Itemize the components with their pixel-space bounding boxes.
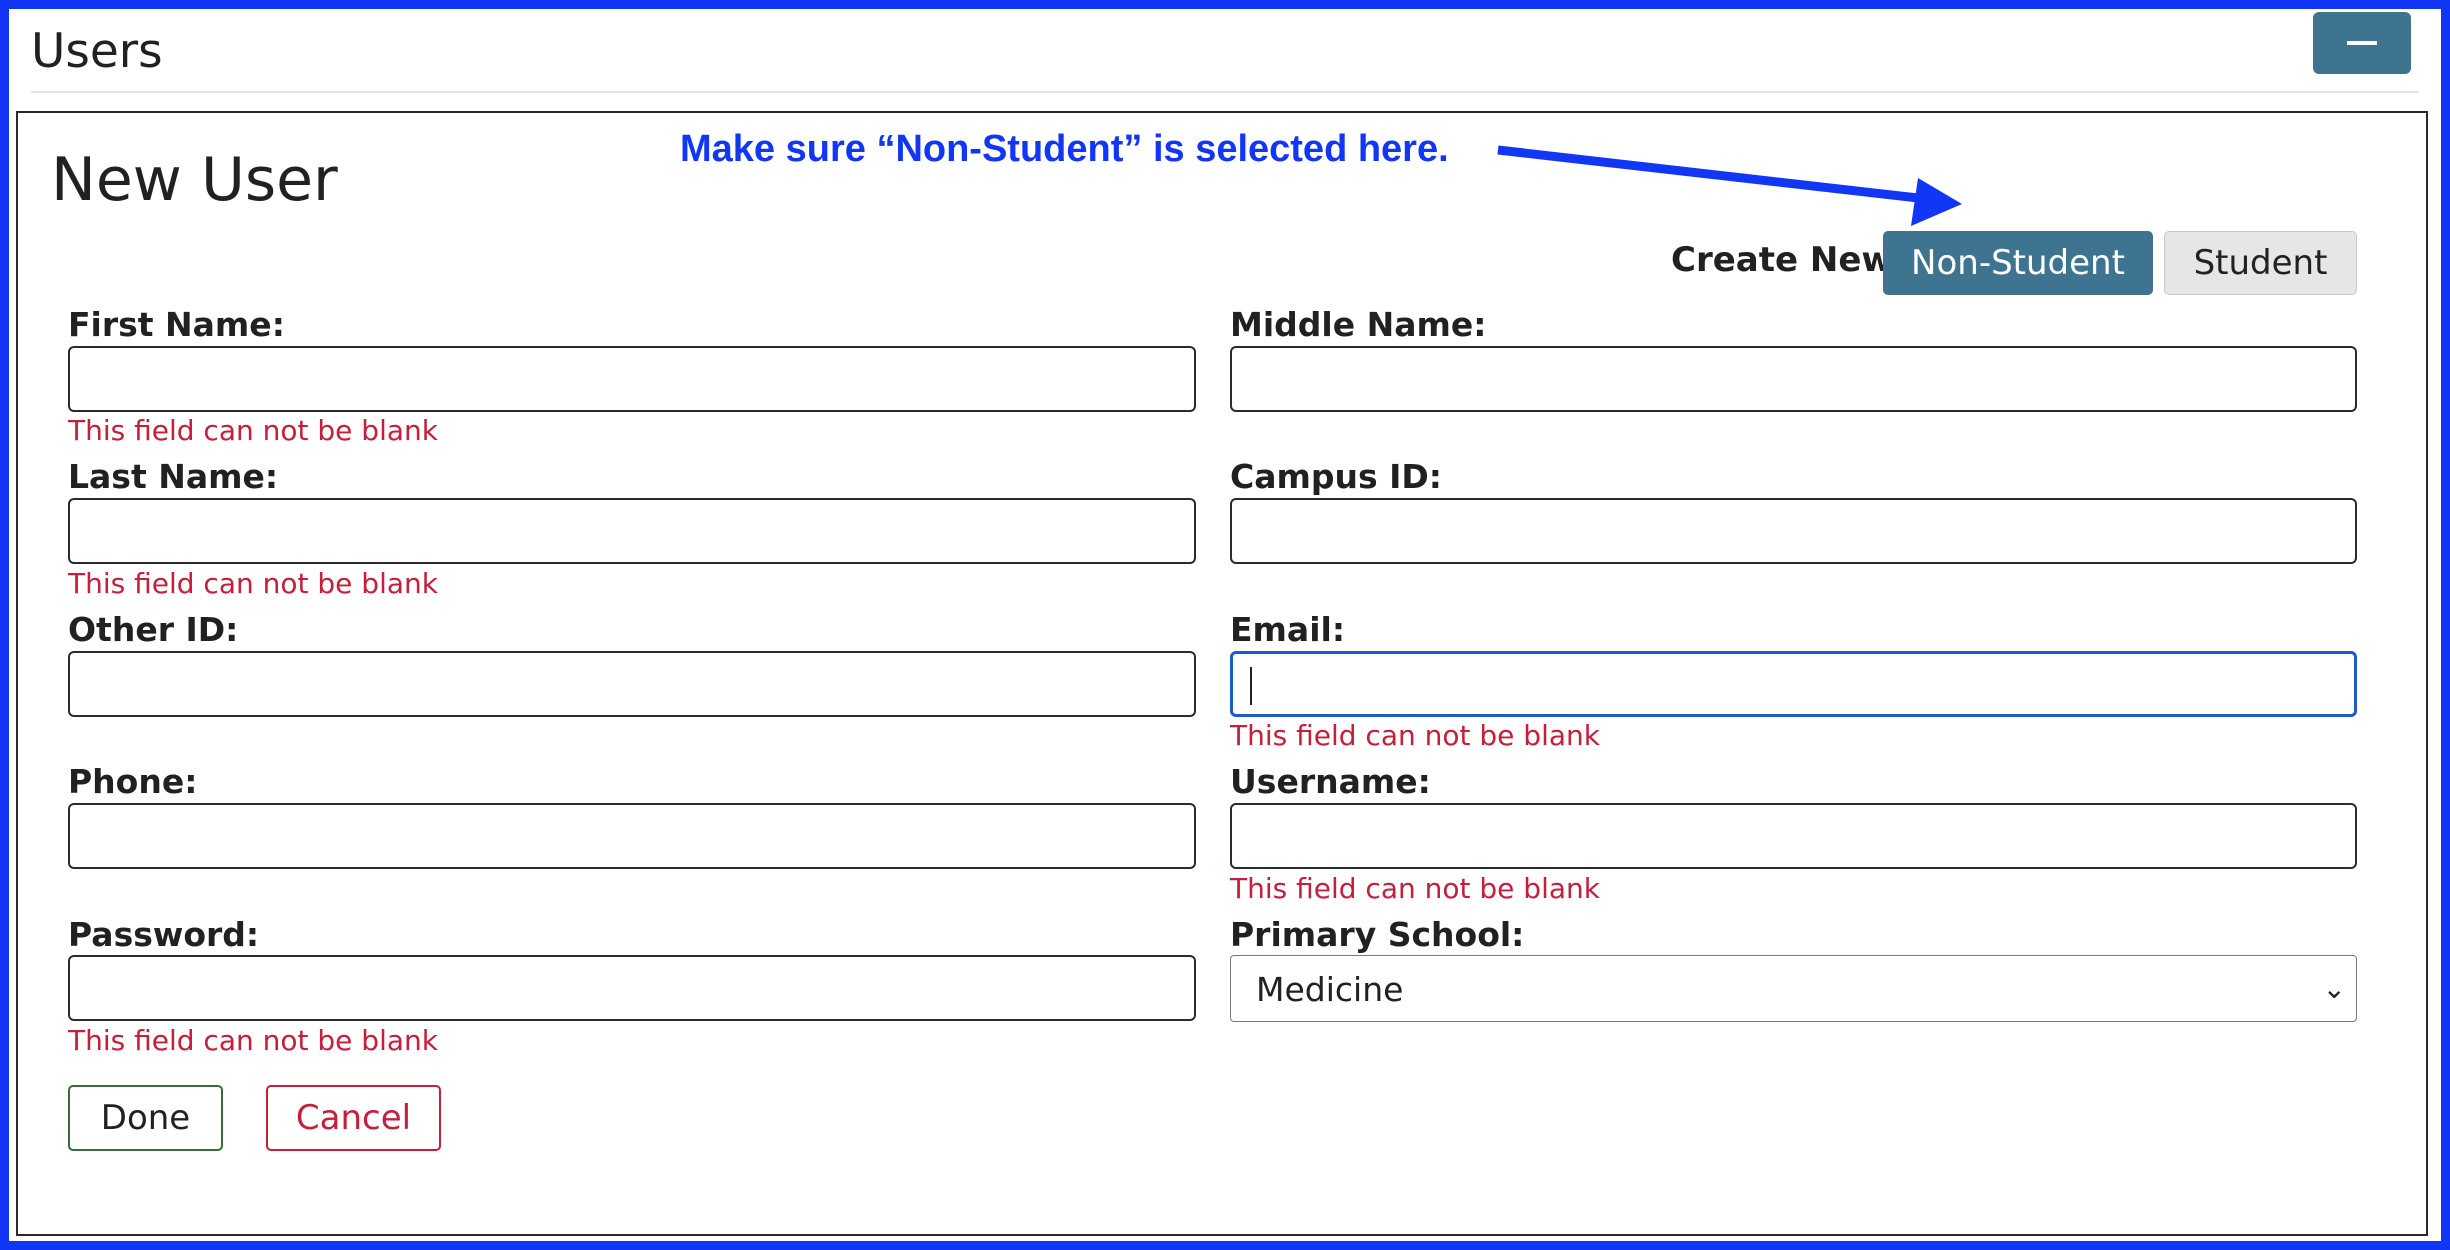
- campus-id-label: Campus ID:: [1230, 457, 1442, 496]
- phone-label: Phone:: [68, 762, 198, 801]
- text-caret: [1250, 667, 1252, 705]
- chevron-down-icon: ⌄: [2322, 972, 2346, 1005]
- last-name-label: Last Name:: [68, 457, 279, 496]
- middle-name-label: Middle Name:: [1230, 305, 1487, 344]
- primary-school-label: Primary School:: [1230, 915, 1525, 954]
- middle-name-field[interactable]: [1230, 346, 2357, 412]
- first-name-error: This field can not be blank: [68, 414, 438, 447]
- non-student-toggle[interactable]: Non-Student: [1883, 231, 2153, 295]
- email-error: This field can not be blank: [1230, 719, 1600, 752]
- first-name-label: First Name:: [68, 305, 285, 344]
- email-label: Email:: [1230, 610, 1346, 649]
- phone-field[interactable]: [68, 803, 1196, 869]
- password-field[interactable]: [68, 955, 1196, 1021]
- email-field[interactable]: [1230, 651, 2357, 717]
- cancel-button[interactable]: Cancel: [266, 1085, 441, 1151]
- username-field[interactable]: [1230, 803, 2357, 869]
- primary-school-select[interactable]: Medicine ⌄: [1230, 955, 2357, 1022]
- other-id-field[interactable]: [68, 651, 1196, 717]
- password-error: This field can not be blank: [68, 1024, 438, 1057]
- campus-id-field[interactable]: [1230, 498, 2357, 564]
- create-new-label: Create New:: [1671, 240, 1907, 280]
- username-error: This field can not be blank: [1230, 872, 1600, 905]
- username-label: Username:: [1230, 762, 1431, 801]
- other-id-label: Other ID:: [68, 610, 239, 649]
- done-button[interactable]: Done: [68, 1085, 223, 1151]
- password-label: Password:: [68, 915, 260, 954]
- arrow-icon: [1497, 145, 1962, 226]
- primary-school-value: Medicine: [1256, 970, 1404, 1009]
- first-name-field[interactable]: [68, 346, 1196, 412]
- last-name-field[interactable]: [68, 498, 1196, 564]
- last-name-error: This field can not be blank: [68, 567, 438, 600]
- student-toggle[interactable]: Student: [2164, 231, 2357, 295]
